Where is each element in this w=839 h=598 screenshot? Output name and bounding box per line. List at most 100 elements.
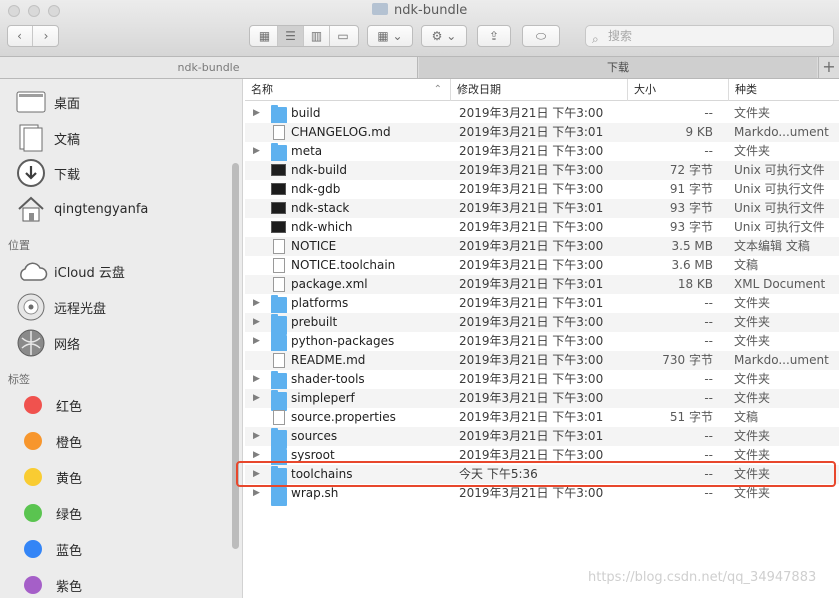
column-header-name[interactable]: 名称 ⌃ [245,79,451,101]
file-name: NOTICE.toolchain [291,258,396,272]
share-button[interactable]: ⇪ [477,25,511,47]
sidebar: 桌面 文稿 下载 qingtengyanfa 位置 iCloud 云盘 远程光盘… [0,79,243,598]
gear-icon: ⚙ [431,29,443,43]
disclosure-triangle-icon[interactable]: ▶ [253,313,265,332]
file-size: -- [704,334,713,348]
share-icon: ⇪ [488,29,500,43]
file-row[interactable]: ▶ simpleperf 2019年3月21日 下午3:00 -- 文件夹 [245,389,839,411]
file-row[interactable]: README.md 2019年3月21日 下午3:00 730 字节 Markdo..… [245,351,839,370]
file-row[interactable]: ▶ platforms 2019年3月21日 下午3:01 -- 文件夹 [245,294,839,316]
chevron-right-icon[interactable]: › [33,26,59,46]
file-date: 2019年3月21日 下午3:00 [459,353,604,367]
file-date: 2019年3月21日 下午3:01 [459,277,604,291]
sidebar-tag-yellow[interactable]: 黄色 [16,462,82,492]
icon-view-icon[interactable]: ▦ [252,26,278,46]
file-row[interactable]: ▶ build 2019年3月21日 下午3:00 -- 文件夹 [245,104,839,126]
disclosure-triangle-icon[interactable]: ▶ [253,332,265,351]
sidebar-tag-purple[interactable]: 紫色 [16,570,82,598]
sidebar-tag-blue[interactable]: 蓝色 [16,534,82,564]
file-row[interactable]: ▶ meta 2019年3月21日 下午3:00 -- 文件夹 [245,142,839,164]
file-date: 2019年3月21日 下午3:00 [459,315,604,329]
file-size: 91 字节 [669,182,713,196]
file-row[interactable]: NOTICE 2019年3月21日 下午3:00 3.5 MB 文本编辑 文稿 [245,237,839,256]
file-row[interactable]: NOTICE.toolchain 2019年3月21日 下午3:00 3.6 MB 文… [245,256,839,275]
file-kind: Markdo...ument [734,125,829,139]
file-size: 93 字节 [669,201,713,215]
file-name: README.md [291,353,366,367]
file-date: 2019年3月21日 下午3:00 [459,334,604,348]
file-size: -- [704,372,713,386]
zoom-window-button[interactable] [48,5,60,17]
disclosure-triangle-icon[interactable]: ▶ [253,389,265,408]
sidebar-scrollbar[interactable] [232,163,239,549]
sidebar-item-label: 橙色 [56,435,83,451]
disclosure-triangle-icon[interactable]: ▶ [253,427,265,446]
file-row[interactable]: CHANGELOG.md 2019年3月21日 下午3:01 9 KB Markdo.… [245,123,839,142]
column-header-date[interactable]: 修改日期 [451,79,628,101]
minimize-window-button[interactable] [28,5,40,17]
disclosure-triangle-icon [253,161,265,180]
file-date: 2019年3月21日 下午3:01 [459,410,604,424]
sidebar-item-label: 黄色 [56,471,83,487]
column-header-kind[interactable]: 种类 [729,79,839,101]
sidebar-tag-red[interactable]: 红色 [16,390,82,420]
sidebar-item-icloud[interactable]: iCloud 云盘 [16,256,125,286]
chevron-down-icon: ⌄ [392,29,403,43]
file-size: 3.5 MB [671,239,713,253]
search-field[interactable]: ⌕ 搜索 [585,25,834,47]
sidebar-item-desktop[interactable]: 桌面 [16,87,80,117]
file-date: 2019年3月21日 下午3:00 [459,144,604,158]
file-date: 2019年3月21日 下午3:00 [459,163,604,177]
file-row[interactable]: package.xml 2019年3月21日 下午3:01 18 KB XML Doc… [245,275,839,294]
file-row[interactable]: ndk-build 2019年3月21日 下午3:00 72 字节 Unix 可执行文… [245,161,839,180]
cloud-icon [16,260,50,282]
search-icon: ⌕ [592,32,599,46]
group-by-button[interactable]: ▦ ⌄ [367,25,413,47]
disclosure-triangle-icon[interactable]: ▶ [253,294,265,313]
chevron-down-icon: ⌄ [446,29,457,43]
sidebar-item-documents[interactable]: 文稿 [16,123,80,153]
document-icon [273,239,285,254]
sidebar-item-remote-disc[interactable]: 远程光盘 [16,292,106,322]
column-view-icon[interactable]: ▥ [304,26,330,46]
file-row[interactable]: ▶ sources 2019年3月21日 下午3:01 -- 文件夹 [245,427,839,449]
file-size: 3.6 MB [671,258,713,272]
tab-ndk-bundle[interactable]: ndk-bundle [0,57,418,78]
disclosure-triangle-icon[interactable]: ▶ [253,104,265,123]
file-date: 2019年3月21日 下午3:00 [459,220,604,234]
disclosure-triangle-icon[interactable]: ▶ [253,370,265,389]
sidebar-item-network[interactable]: 网络 [16,328,80,358]
file-kind: 文稿 [734,410,759,424]
file-row[interactable]: ndk-which 2019年3月21日 下午3:00 93 字节 Unix 可执行文… [245,218,839,237]
file-date: 2019年3月21日 下午3:00 [459,182,604,196]
tags-button[interactable]: ⬭ [522,25,560,47]
sidebar-item-label: 红色 [56,399,83,415]
file-row[interactable]: source.properties 2019年3月21日 下午3:01 51 字节 文… [245,408,839,427]
file-row[interactable]: ▶ python-packages 2019年3月21日 下午3:00 -- 文件夹 [245,332,839,354]
list-view-icon[interactable]: ☰ [278,26,304,46]
sidebar-tag-orange[interactable]: 橙色 [16,426,82,456]
chevron-left-icon[interactable]: ‹ [7,26,33,46]
sidebar-item-downloads[interactable]: 下载 [16,158,80,188]
add-tab-icon[interactable]: + [818,57,839,78]
file-row[interactable]: ndk-gdb 2019年3月21日 下午3:00 91 字节 Unix 可执行文件 [245,180,839,199]
file-date: 2019年3月21日 下午3:01 [459,296,604,310]
action-menu-button[interactable]: ⚙ ⌄ [421,25,467,47]
file-kind: XML Document [734,277,826,291]
file-row[interactable]: ndk-stack 2019年3月21日 下午3:01 93 字节 Unix 可执行文… [245,199,839,218]
sidebar-tag-green[interactable]: 绿色 [16,498,82,528]
file-kind: 文件夹 [734,372,771,386]
nav-back-forward: ‹ › [7,25,59,47]
close-window-button[interactable] [8,5,20,17]
sidebar-item-label: 下载 [54,167,81,183]
disclosure-triangle-icon[interactable]: ▶ [253,142,265,161]
file-name: build [291,106,321,120]
grid-icon: ▦ [377,29,389,43]
document-icon [273,125,285,140]
column-header-size[interactable]: 大小 [628,79,729,101]
tab-downloads[interactable]: 下载 [419,57,817,78]
gallery-view-icon[interactable]: ▭ [330,26,356,46]
sidebar-item-home[interactable]: qingtengyanfa [16,194,148,224]
file-row[interactable]: ▶ shader-tools 2019年3月21日 下午3:00 -- 文件夹 [245,370,839,392]
file-row[interactable]: ▶ prebuilt 2019年3月21日 下午3:00 -- 文件夹 [245,313,839,335]
